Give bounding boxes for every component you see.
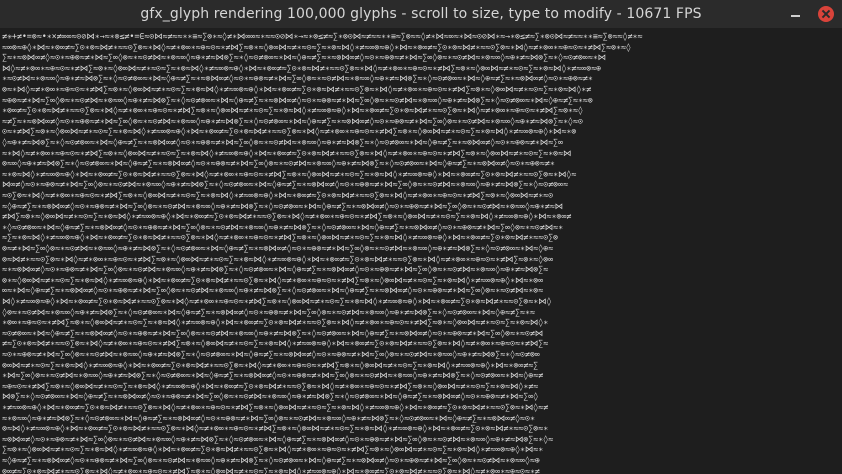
window-title: gfx_glyph rendering 100,000 glyphs - scr… [140, 6, 702, 22]
glyph-row: ≠⋈∑≈⊗∗≈◊⊗∞⋈≈≠∗≈⊙≈∑≈∗⊗≈⋈◊∗≠≈∞⊗≈⊕◊∗⋈≈∗⊗∞≠≈… [2, 211, 572, 222]
glyph-row: ≈∗⋈◊≈≠∗⊗∞∗≈⊕≈⊙≈∗≠⋈∑≈⊗∗≈◊⊗∞⋈≈≠∗≈⊙≈∑≈∗⊗≈⋈◊… [2, 147, 572, 158]
glyph-row: ≠≈∑⊙∗⊗≈⋈≠∗≈≈⊙∑⊗≈∗⋈◊≈≠∗⊗∞∗≈⊕≈⊙≈∗≠⋈∑≈⊗∗≈◊⊗… [2, 338, 549, 349]
glyph-row: ⊗≈⋈≠∗≈≈⊙∑⊗≈∗⋈◊≈≠∗⊗∞∗≈⊕≈⊙≈∗≠⋈∑≈⊗∗≈◊⊗∞⋈≈≠∗… [2, 253, 554, 264]
glyph-row: ⋈⊗∑≈∗◊≈⊙≠⊗∞≈∗⋈≈◊⊕≈≠∑≈∗≈⊗⋈∞≠◊≈⊙∗≈⊕⊗≈≠∗⋈≈∑… [2, 391, 539, 402]
title-bar[interactable]: gfx_glyph rendering 100,000 glyphs - scr… [0, 0, 842, 28]
glyph-row: ∗⊗∞≠≈∑⊙∗⊗≈⋈≠∗≈≈⊙∑⊗≈∗⋈◊≈≠∗⊗∞∗≈⊕≈⊙≈∗≠⋈∑≈⊗∗… [2, 105, 583, 116]
glyph-row: ∗◊≈⊙≠⊗∞≈∗⋈≈◊⊕≈≠∑≈∗≈⊗⋈∞≠◊≈⊙∗≈⊕⊗≈≠∗⋈≈∑∞◊⊗≈… [2, 221, 563, 232]
glyph-row: ≈∗≈⊗⋈∞≠◊≈⊙∗≈⊕⊗≈≠∗⋈≈∑∞◊⊗≈∗≈⊙≠⋈≈∗⊗≈∞◊≈⊕∗≠≈… [2, 264, 549, 275]
glyph-row: ◊⊗≈∗≈⊙≠⋈≈∗⊗≈∞◊≈⊕∗≠≈⋈⊗∑≈∗◊≈⊙≠⊗∞≈∗⋈≈◊⊕≈≠∑≈… [2, 306, 535, 317]
glyph-row: ≈≠∑≈∗≈⊗⋈∞≠◊≈⊙∗≈⊕⊗≈≠∗⋈≈∑∞◊⊗≈∗≈⊙≠⋈≈∗⊗≈∞◊≈⊕… [2, 115, 583, 126]
glyph-row: ∑≈⊗∗≈◊⊗∞⋈≈≠∗≈⊙≈∑≈∗⊗≈⋈◊∗≠≈∞⊗≈⊕◊∗⋈≈∗⊗∞≠≈∑⊙… [2, 444, 544, 455]
glyph-row: ∞≈∗⋈≈◊⊕≈≠∑≈∗≈⊗⋈∞≠◊≈⊙∗≈⊕⊗≈≠∗⋈≈∑∞◊⊗≈∗≈⊙≠⋈≈… [2, 285, 544, 296]
glyph-row: ⋈◊∗≠≈∞⊗≈⊕◊∗⋈≈∗⊗∞≠≈∑⊙∗⊗≈⋈≠∗≈≈⊙∑⊗≈∗⋈◊≈≠∗⊗∞… [2, 296, 552, 306]
app-window: gfx_glyph rendering 100,000 glyphs - scr… [0, 0, 842, 474]
glyph-row: ⊗∗≈◊⊗∞⋈≈≠∗≈⊙≈∑≈∗⊗≈⋈◊∗≠≈∞⊗≈⊕◊∗⋈≈∗⊗∞≠≈∑⊙∗⊗… [2, 274, 544, 285]
glyph-row: ∑≈∗≈⊗⋈∞≠◊≈⊙∗≈⊕⊗≈≠∗⋈≈∑∞◊⊗≈∗≈⊙≠⋈≈∗⊗≈∞◊≈⊕∗≠… [2, 52, 606, 63]
glyph-row: ∗≠≈∞⊗≈⊕◊∗⋈≈∗⊗∞≠≈∑⊙∗⊗≈⋈≠∗≈≈⊙∑⊗≈∗⋈◊≈≠∗⊗∞∗≈… [2, 402, 549, 412]
glyph-row: ≈∗⊗≈∞◊≈⊕∗≠≈⋈⊗∑≈∗◊≈⊙≠⊗∞≈∗⋈≈◊⊕≈≠∑≈∗≈⊗⋈∞≠◊≈… [2, 412, 535, 423]
glyph-row: ≈⊗⋈∞≠◊≈⊙∗≈⊕⊗≈≠∗⋈≈∑∞◊⊗≈∗≈⊙≠⋈≈∗⊗≈∞◊≈⊕∗≠≈⋈⊗… [2, 433, 554, 444]
glyph-row: ≈∞⊗≈⊕◊∗⋈≈∗⊗∞≠≈∑⊙∗⊗≈⋈≠∗≈≈⊙∑⊗≈∗⋈◊≈≠∗⊗∞∗≈⊕≈… [2, 41, 631, 52]
glyph-row: ∗⊗∞∗≈⊕≈⊙≈∗≠⋈∑≈⊗∗≈◊⊗∞⋈≈≠∗≈⊙≈∑≈∗⊗≈⋈◊∗≠≈∞⊗≈… [2, 317, 549, 328]
glyph-row: ⊗≈≠∗⋈≈∑∞◊⊗≈∗≈⊙≠⋈≈∗⊗≈∞◊≈⊕∗≠≈⋈⊗∑≈∗◊≈⊙≠⊗∞≈∗… [2, 243, 554, 253]
glyph-canvas[interactable]: ≠✳+≠•=⊗≈•∗×≠∞∞≈⊙⊘⋈∗→≈∗⊗≤≠•=∈≈⊙⋈≈≠≈≈∗∗≡≈∑… [0, 28, 842, 474]
glyph-row: ∗≈⊙≠⋈≈∗⊗≈∞◊≈⊕∗≠≈⋈⊗∑≈∗◊≈⊙≠⊗∞≈∗⋈≈◊⊕≈≠∑≈∗≈⊗… [2, 73, 593, 84]
glyph-row: ⋈◊≈≠∗⊗∞∗≈⊕≈⊙≈∗≠⋈∑≈⊗∗≈◊⊗∞⋈≈≠∗≈⊙≈∑≈∗⊗≈⋈◊∗≠… [2, 62, 602, 73]
close-icon [822, 10, 830, 18]
glyph-row: ≈∗⊗≈⋈◊∗≠≈∞⊗≈⊕◊∗⋈≈∗⊗∞≠≈∑⊙∗⊗≈⋈≠∗≈≈⊙∑⊗≈∗⋈◊≈… [2, 168, 577, 179]
glyph-row: ≈◊⊕≈≠∑≈∗≈⊗⋈∞≠◊≈⊙∗≈⊕⊗≈≠∗⋈≈∑∞◊⊗≈∗≈⊙≠⋈≈∗⊗≈∞… [2, 200, 563, 211]
glyph-row: ≈⊙≠⊗∞≈∗⋈≈◊⊕≈≠∑≈∗≈⊗⋈∞≠◊≈⊙∗≈⊕⊗≈≠∗⋈≈∑∞◊⊗≈∗≈… [2, 327, 544, 338]
glyph-row: ≈∑≈∗⊗≈⋈◊∗≠≈∞⊗≈⊕◊∗⋈≈∗⊗∞≠≈∑⊙∗⊗≈⋈≠∗≈≈⊙∑⊗≈∗⋈… [2, 232, 558, 243]
glyph-row: ⊗∞⋈≈≠∗≈⊙≈∑≈∗⊗≈⋈◊∗≠≈∞⊗≈⊕◊∗⋈≈∗⊗∞≠≈∑⊙∗⊗≈⋈≠∗… [2, 359, 539, 370]
glyph-row: ≈⊙∑⊗≈∗⋈◊≈≠∗⊗∞∗≈⊕≈⊙≈∗≠⋈∑≈⊗∗≈◊⊗∞⋈≈≠∗≈⊙≈∑≈∗… [2, 190, 554, 200]
minimize-icon [790, 15, 800, 17]
glyph-row: ≈⊕≈⊙≈∗≠⋈∑≈⊗∗≈◊⊗∞⋈≈≠∗≈⊙≈∑≈∗⊗≈⋈◊∗≠≈∞⊗≈⊕◊∗⋈… [2, 380, 539, 391]
glyph-row: ⊗∞≠≈∑⊙∗⊗≈⋈≠∗≈≈⊙∑⊗≈∗⋈◊≈≠∗⊗∞∗≈⊕≈⊙≈∗≠⋈∑≈⊗∗≈… [2, 465, 540, 474]
glyph-row: ≠✳+≠•=⊗≈•∗×≠∞∞≈⊙⊘⋈∗→≈∗⊗≤≠•=∈≈⊙⋈≈≠≈≈∗∗≡≈∑… [2, 31, 643, 41]
glyph-row: ◊≈⊕∗≠≈⋈⊗∑≈∗◊≈⊙≠⊗∞≈∗⋈≈◊⊕≈≠∑≈∗≈⊗⋈∞≠◊≈⊙∗≈⊕⊗… [2, 137, 563, 147]
glyph-row: ≈◊⊕≈≠∑≈∗≈⊗⋈∞≠◊≈⊙∗≈⊕⊗≈≠∗⋈≈∑∞◊⊗≈∗≈⊙≠⋈≈∗⊗≈∞… [2, 455, 540, 465]
minimize-button[interactable] [787, 6, 803, 22]
glyph-row: ≈⊙∗≈⊕⊗≈≠∗⋈≈∑∞◊⊗≈∗≈⊙≠⋈≈∗⊗≈∞◊≈⊕∗≠≈⋈⊗∑≈∗◊≈⊙… [2, 349, 540, 359]
glyph-row: ⊗≈∗⋈◊≈≠∗⊗∞∗≈⊕≈⊙≈∗≠⋈∑≈⊗∗≈◊⊗∞⋈≈≠∗≈⊙≈∑≈∗⊗≈⋈… [2, 84, 592, 94]
glyph-row: ⊗≈∞◊≈⊕∗≠≈⋈⊗∑≈∗◊≈⊙≠⊗∞≈∗⋈≈◊⊕≈≠∑≈∗≈⊗⋈∞≠◊≈⊙∗… [2, 158, 555, 169]
glyph-row: ≈⊕⊗≈≠∗⋈≈∑∞◊⊗≈∗≈⊙≠⋈≈∗⊗≈∞◊≈⊕∗≠≈⋈⊗∑≈∗◊≈⊙≠⊗∞… [2, 94, 593, 105]
glyph-row: ⊙≈∗≠⋈∑≈⊗∗≈◊⊗∞⋈≈≠∗≈⊙≈∑≈∗⊗≈⋈◊∗≠≈∞⊗≈⊕◊∗⋈≈∗⊗… [2, 126, 577, 137]
glyph-row: ∗⋈≈∑∞◊⊗≈∗≈⊙≠⋈≈∗⊗≈∞◊≈⊕∗≠≈⋈⊗∑≈∗◊≈⊙≠⊗∞≈∗⋈≈◊… [2, 370, 544, 381]
glyph-row: ⋈∞≠◊≈⊙∗≈⊕⊗≈≠∗⋈≈∑∞◊⊗≈∗≈⊙≠⋈≈∗⊗≈∞◊≈⊕∗≠≈⋈⊗∑≈… [2, 179, 568, 190]
close-button[interactable] [818, 6, 834, 22]
glyph-row: ⊗≈⋈◊∗≠≈∞⊗≈⊕◊∗⋈≈∗⊗∞≠≈∑⊙∗⊗≈⋈≠∗≈≈⊙∑⊗≈∗⋈◊≈≠∗… [2, 423, 549, 434]
